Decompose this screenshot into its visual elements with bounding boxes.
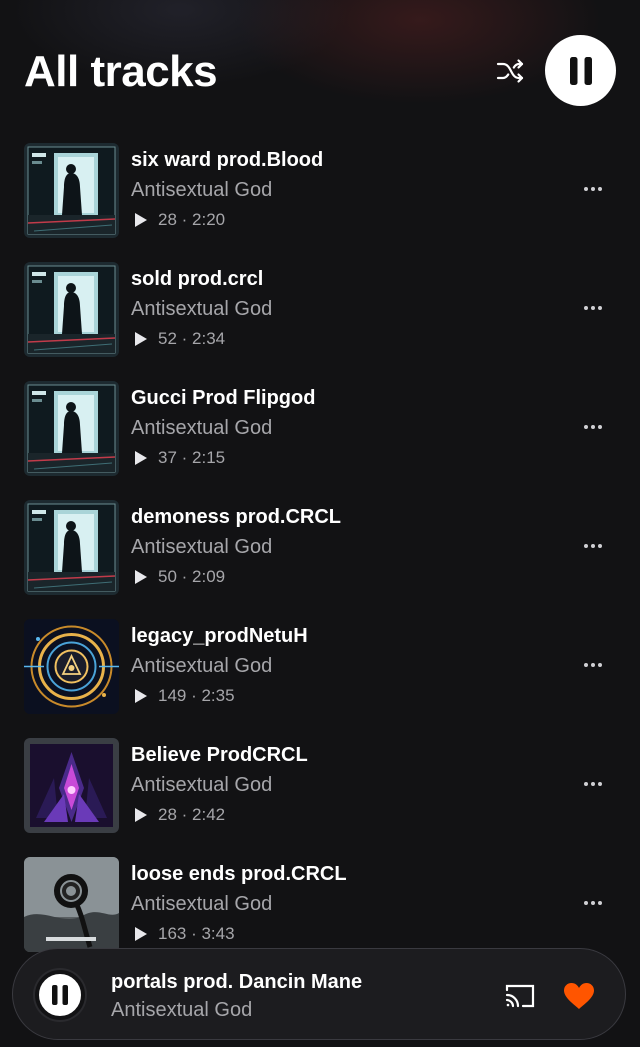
header: All tracks bbox=[0, 0, 640, 140]
play-count-duration: 52 · 2:34 bbox=[158, 329, 226, 348]
mini-player-pause-button[interactable] bbox=[35, 970, 85, 1020]
track-artist: Antisextual God bbox=[131, 417, 273, 439]
track-stats: 37 · 2:15 bbox=[134, 448, 225, 468]
more-options-button[interactable] bbox=[578, 534, 608, 558]
more-options-icon bbox=[584, 544, 588, 548]
more-options-button[interactable] bbox=[578, 891, 608, 915]
play-icon bbox=[134, 807, 148, 823]
play-pause-button[interactable] bbox=[545, 35, 616, 106]
track-stats: 50 · 2:09 bbox=[134, 567, 225, 587]
track-row[interactable]: Gucci Prod Flipgod Antisextual God 37 · … bbox=[0, 379, 640, 498]
play-count-duration: 28 · 2:42 bbox=[158, 805, 226, 824]
track-cover bbox=[24, 619, 119, 714]
more-options-button[interactable] bbox=[578, 772, 608, 796]
more-options-icon bbox=[584, 663, 588, 667]
more-options-icon bbox=[584, 901, 588, 905]
track-artist: Antisextual God bbox=[131, 655, 273, 677]
track-stats: 28 · 2:20 bbox=[134, 210, 225, 230]
track-cover bbox=[24, 500, 119, 595]
track-list: six ward prod.Blood Antisextual God 28 ·… bbox=[0, 141, 640, 974]
more-options-icon bbox=[584, 306, 588, 310]
play-count-duration: 149 · 2:35 bbox=[158, 686, 235, 705]
more-options-button[interactable] bbox=[578, 653, 608, 677]
track-cover bbox=[24, 857, 119, 952]
track-artist: Antisextual God bbox=[131, 298, 273, 320]
more-options-button[interactable] bbox=[578, 296, 608, 320]
more-options-button[interactable] bbox=[578, 177, 608, 201]
play-icon bbox=[134, 212, 148, 228]
track-title: demoness prod.CRCL bbox=[131, 506, 342, 528]
track-row[interactable]: legacy_prodNetuH Antisextual God 149 · 2… bbox=[0, 617, 640, 736]
track-cover bbox=[24, 381, 119, 476]
track-title: six ward prod.Blood bbox=[131, 149, 324, 171]
track-cover bbox=[24, 262, 119, 357]
more-options-icon bbox=[584, 425, 588, 429]
play-count-duration: 28 · 2:20 bbox=[158, 210, 226, 229]
cast-icon bbox=[505, 984, 535, 1008]
play-icon bbox=[134, 450, 148, 466]
cast-button[interactable] bbox=[503, 982, 537, 1010]
now-playing-artist: Antisextual God bbox=[111, 999, 253, 1021]
track-artist: Antisextual God bbox=[131, 179, 273, 201]
track-title: Gucci Prod Flipgod bbox=[131, 387, 316, 409]
play-count-duration: 37 · 2:15 bbox=[158, 448, 226, 467]
track-cover bbox=[24, 143, 119, 238]
track-title: Believe ProdCRCL bbox=[131, 744, 308, 766]
play-count-duration: 163 · 3:43 bbox=[158, 924, 235, 943]
track-row[interactable]: six ward prod.Blood Antisextual God 28 ·… bbox=[0, 141, 640, 260]
track-row[interactable]: sold prod.crcl Antisextual God 52 · 2:34 bbox=[0, 260, 640, 379]
pause-icon bbox=[569, 56, 592, 85]
track-title: sold prod.crcl bbox=[131, 268, 264, 290]
play-icon bbox=[134, 926, 148, 942]
play-icon bbox=[134, 331, 148, 347]
now-playing-title: portals prod. Dancin Mane bbox=[111, 971, 363, 993]
shuffle-button[interactable] bbox=[492, 55, 528, 87]
shuffle-icon bbox=[496, 59, 524, 83]
track-stats: 28 · 2:42 bbox=[134, 805, 225, 825]
track-row[interactable]: demoness prod.CRCL Antisextual God 50 · … bbox=[0, 498, 640, 617]
play-icon bbox=[134, 688, 148, 704]
like-button[interactable] bbox=[561, 980, 597, 1012]
track-row[interactable]: Believe ProdCRCL Antisextual God 28 · 2:… bbox=[0, 736, 640, 855]
page-title: All tracks bbox=[24, 47, 218, 96]
pause-icon bbox=[52, 985, 68, 1005]
track-title: legacy_prodNetuH bbox=[131, 625, 308, 647]
track-stats: 149 · 2:35 bbox=[134, 686, 235, 706]
heart-icon bbox=[564, 983, 594, 1009]
play-count-duration: 50 · 2:09 bbox=[158, 567, 226, 586]
track-title: loose ends prod.CRCL bbox=[131, 863, 347, 885]
more-options-button[interactable] bbox=[578, 415, 608, 439]
track-stats: 52 · 2:34 bbox=[134, 329, 225, 349]
track-cover bbox=[24, 738, 119, 833]
track-stats: 163 · 3:43 bbox=[134, 924, 235, 944]
track-artist: Antisextual God bbox=[131, 893, 273, 915]
play-icon bbox=[134, 569, 148, 585]
track-artist: Antisextual God bbox=[131, 774, 273, 796]
more-options-icon bbox=[584, 782, 588, 786]
more-options-icon bbox=[584, 187, 588, 191]
mini-player[interactable]: portals prod. Dancin Mane Antisextual Go… bbox=[12, 948, 626, 1040]
track-artist: Antisextual God bbox=[131, 536, 273, 558]
